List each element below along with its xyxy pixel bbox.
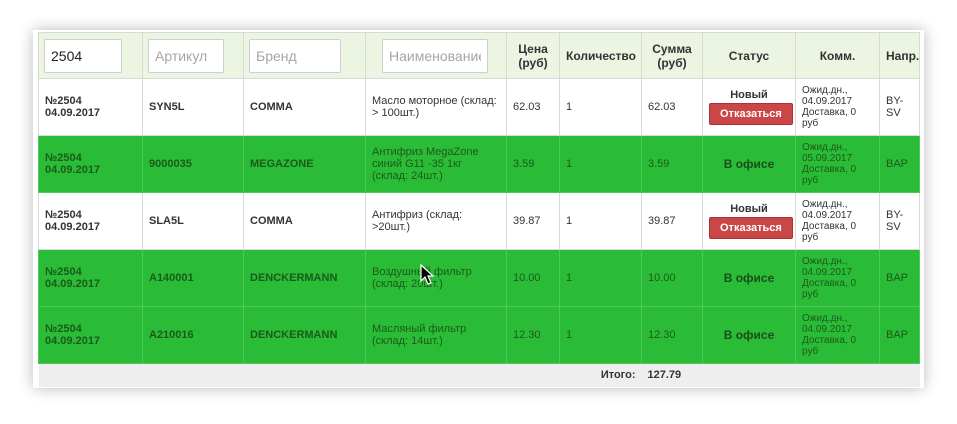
order-number-filter-input[interactable] <box>44 38 122 73</box>
direction-cell: BAP <box>879 249 920 307</box>
order-date: 04.09.2017 <box>45 164 101 176</box>
mouse-pointer-icon <box>420 264 435 285</box>
article-cell: A140001 <box>142 249 244 307</box>
totals-row: Итого: 127.79 <box>38 363 920 387</box>
orders-panel: Цена (руб) Количество Сумма (руб) Статус… <box>33 30 924 388</box>
brand-cell: COMMA <box>243 192 366 250</box>
order-number-cell: №2504 04.09.2017 <box>38 192 143 250</box>
sum-cell: 3.59 <box>641 135 703 193</box>
refuse-button[interactable]: Отказаться <box>709 217 793 239</box>
status-column-header[interactable]: Статус <box>702 32 796 79</box>
table-row: №2504 04.09.2017 SYN5L COMMA Масло мотор… <box>38 78 920 136</box>
table-row: №2504 04.09.2017 SLA5L COMMA Антифриз (с… <box>38 192 920 250</box>
direction-cell: BY-SV <box>879 192 920 250</box>
order-number-filter-cell <box>38 32 143 79</box>
article-cell: 9000035 <box>142 135 244 193</box>
brand-filter-input[interactable] <box>249 38 341 73</box>
comment-column-header[interactable]: Комм. <box>795 32 880 79</box>
brand-cell: COMMA <box>243 78 366 136</box>
name-cell: Масляный фильтр (склад: 14шт.) <box>365 306 507 364</box>
totals-filler <box>703 364 920 387</box>
order-number: №2504 <box>45 152 82 164</box>
direction-column-header[interactable]: Напр. <box>879 32 920 79</box>
status-label: Новый <box>730 89 768 101</box>
order-number-cell: №2504 04.09.2017 <box>38 306 143 364</box>
article-filter-input[interactable] <box>148 38 224 73</box>
order-number: №2504 <box>45 95 82 107</box>
comment-cell: Ожид.дн., 05.09.2017 Доставка, 0 руб <box>795 135 880 193</box>
direction-cell: BAP <box>879 135 920 193</box>
brand-filter-cell <box>243 32 366 79</box>
status-label: В офисе <box>723 156 775 171</box>
price-cell: 62.03 <box>506 78 560 136</box>
brand-cell: DENCKERMANN <box>243 306 366 364</box>
name-filter-input[interactable] <box>382 38 488 73</box>
comment-cell: Ожид.дн., 04.09.2017 Доставка, 0 руб <box>795 78 880 136</box>
status-label: В офисе <box>723 327 775 342</box>
status-cell: В офисе <box>702 306 796 364</box>
order-date: 04.09.2017 <box>45 335 101 347</box>
price-header-unit: (руб) <box>518 55 548 70</box>
comment-cell: Ожид.дн., 04.09.2017 Доставка, 0 руб <box>795 249 880 307</box>
name-cell: Антифриз MegaZone синий G11 -35 1кг (скл… <box>365 135 507 193</box>
brand-cell: DENCKERMANN <box>243 249 366 307</box>
order-number-cell: №2504 04.09.2017 <box>38 135 143 193</box>
status-cell: Новый Отказаться <box>702 192 796 250</box>
price-cell: 39.87 <box>506 192 560 250</box>
order-number: №2504 <box>45 323 82 335</box>
refuse-button[interactable]: Отказаться <box>709 103 793 125</box>
table-row: №2504 04.09.2017 A210016 DENCKERMANN Мас… <box>38 306 920 364</box>
article-cell: SLA5L <box>142 192 244 250</box>
quantity-cell: 1 <box>559 192 642 250</box>
status-cell: В офисе <box>702 249 796 307</box>
name-cell: Антифриз (склад: >20шт.) <box>365 192 507 250</box>
price-cell: 12.30 <box>506 306 560 364</box>
total-value: 127.79 <box>647 369 682 382</box>
price-cell: 10.00 <box>506 249 560 307</box>
status-cell: Новый Отказаться <box>702 78 796 136</box>
quantity-cell: 1 <box>559 306 642 364</box>
header-row: Цена (руб) Количество Сумма (руб) Статус… <box>38 32 920 79</box>
order-date: 04.09.2017 <box>45 278 101 290</box>
price-cell: 3.59 <box>506 135 560 193</box>
direction-cell: BAP <box>879 306 920 364</box>
orders-table: Цена (руб) Количество Сумма (руб) Статус… <box>38 32 920 387</box>
status-label: Новый <box>730 203 768 215</box>
name-cell: Воздушный фильтр (склад: 20шт.) <box>365 249 507 307</box>
article-cell: A210016 <box>142 306 244 364</box>
order-date: 04.09.2017 <box>45 221 101 233</box>
sum-header-unit: (руб) <box>657 55 687 70</box>
sum-cell: 39.87 <box>641 192 703 250</box>
comment-cell: Ожид.дн., 04.09.2017 Доставка, 0 руб <box>795 306 880 364</box>
article-filter-cell <box>142 32 244 79</box>
order-number-cell: №2504 04.09.2017 <box>38 249 143 307</box>
brand-cell: MEGAZONE <box>243 135 366 193</box>
table-row: №2504 04.09.2017 A140001 DENCKERMANN Воз… <box>38 249 920 307</box>
status-cell: В офисе <box>702 135 796 193</box>
sum-column-header[interactable]: Сумма (руб) <box>641 32 703 79</box>
order-number: №2504 <box>45 266 82 278</box>
name-cell: Масло моторное (склад: > 100шт.) <box>365 78 507 136</box>
quantity-cell: 1 <box>559 78 642 136</box>
name-filter-cell <box>365 32 507 79</box>
quantity-cell: 1 <box>559 249 642 307</box>
article-cell: SYN5L <box>142 78 244 136</box>
price-column-header[interactable]: Цена (руб) <box>506 32 560 79</box>
sum-cell: 12.30 <box>641 306 703 364</box>
order-number-cell: №2504 04.09.2017 <box>38 78 143 136</box>
status-label: В офисе <box>723 270 775 285</box>
table-row: №2504 04.09.2017 9000035 MEGAZONE Антифр… <box>38 135 920 193</box>
sum-cell: 10.00 <box>641 249 703 307</box>
comment-cell: Ожид.дн., 04.09.2017 Доставка, 0 руб <box>795 192 880 250</box>
total-label: Итого: <box>600 369 636 382</box>
sum-cell: 62.03 <box>641 78 703 136</box>
order-date: 04.09.2017 <box>45 107 101 119</box>
quantity-column-header[interactable]: Количество <box>559 32 642 79</box>
price-header-label: Цена <box>518 41 548 56</box>
order-number: №2504 <box>45 209 82 221</box>
quantity-cell: 1 <box>559 135 642 193</box>
sum-header-label: Сумма <box>652 41 692 56</box>
direction-cell: BY-SV <box>879 78 920 136</box>
